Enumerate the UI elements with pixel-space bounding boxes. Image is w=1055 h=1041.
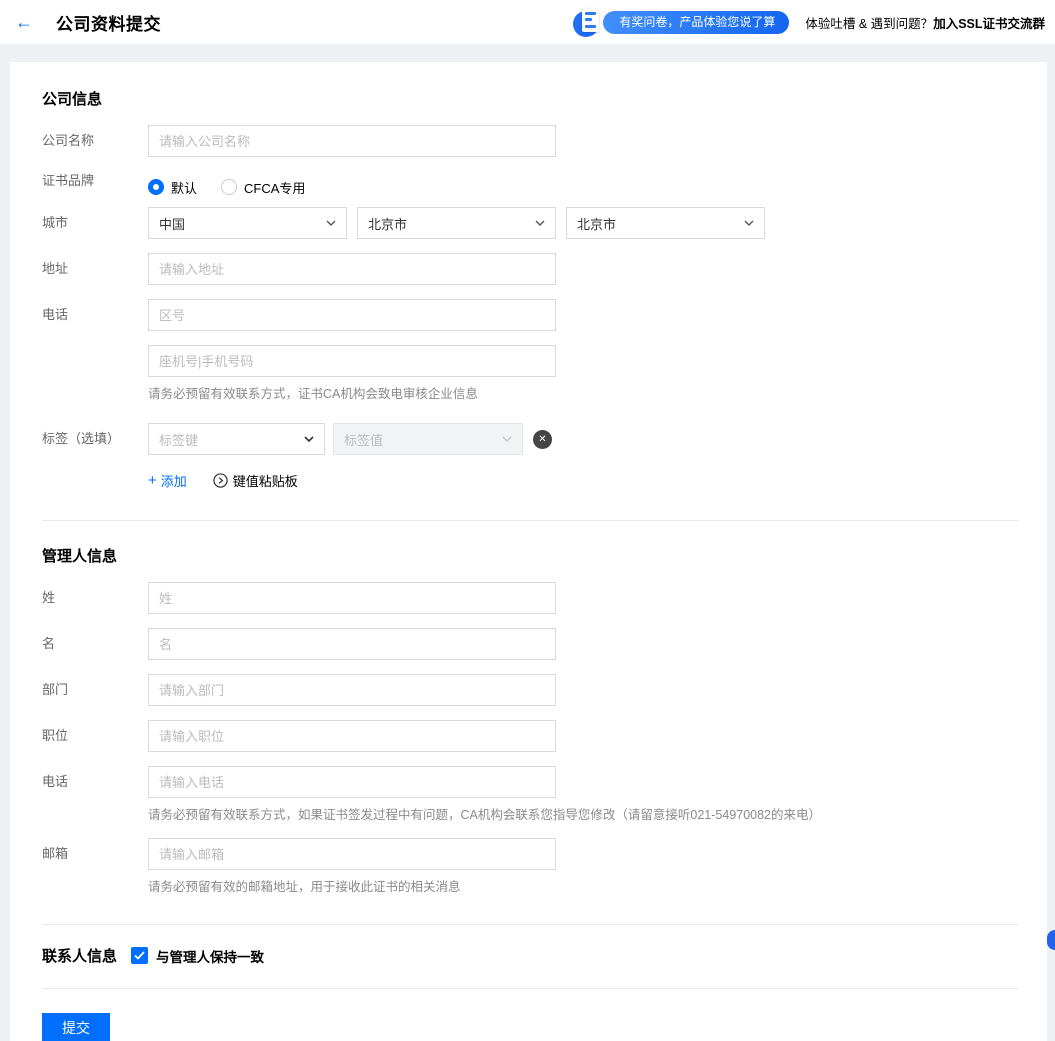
admin-phone-input[interactable]	[148, 766, 556, 798]
last-name-label: 姓	[42, 590, 56, 605]
first-name-label: 名	[42, 636, 56, 651]
email-label: 邮箱	[42, 846, 69, 861]
brand-row: 证书品牌 默认 CFCA专用	[42, 171, 1019, 197]
top-header: ← 公司资料提交 有奖问卷，产品体验您说了算 体验吐槽 & 遇到问题？加入SSL…	[0, 0, 1055, 44]
department-row: 部门	[42, 674, 1019, 706]
bottom-divider	[42, 988, 1019, 989]
company-section-title: 公司信息	[42, 91, 103, 108]
company-name-input[interactable]	[148, 125, 556, 157]
tag-key-select[interactable]: 标签键	[148, 423, 325, 455]
plus-icon: +	[148, 472, 157, 489]
last-name-input[interactable]	[148, 582, 556, 614]
province-select-value: 北京市	[368, 216, 408, 232]
same-as-admin-checkbox[interactable]	[131, 947, 149, 964]
first-name-input[interactable]	[148, 628, 556, 660]
company-name-row: 公司名称	[42, 125, 1019, 157]
section-divider	[42, 520, 1019, 521]
submit-button[interactable]: 提交	[42, 1013, 110, 1041]
page-title: 公司资料提交	[56, 14, 161, 34]
province-select[interactable]: 北京市	[357, 207, 556, 239]
survey-banner[interactable]: 有奖问卷，产品体验您说了算	[573, 7, 790, 37]
survey-banner-label[interactable]: 有奖问卷，产品体验您说了算	[603, 10, 790, 34]
check-icon	[134, 951, 145, 960]
admin-section-title: 管理人信息	[42, 548, 118, 565]
chevron-down-icon	[502, 436, 512, 442]
admin-phone-row: 电话 请务必预留有效联系方式，如果证书签发过程中有问题，CA机构会联系您指导您修…	[42, 766, 1019, 824]
brand-label: 证书品牌	[42, 173, 95, 188]
company-phone-hint: 请务必预留有效联系方式，证书CA机构会致电审核企业信息	[148, 387, 478, 401]
circle-arrow-icon	[213, 473, 228, 488]
add-tag-button[interactable]: + 添加	[148, 471, 187, 490]
city-select-value: 北京市	[577, 216, 617, 232]
admin-phone-hint: 请务必预留有效联系方式，如果证书签发过程中有问题，CA机构会联系您指导您修改（请…	[148, 808, 822, 822]
phone-number-input[interactable]	[148, 345, 556, 377]
department-label: 部门	[42, 682, 69, 697]
chevron-down-icon	[744, 220, 754, 226]
position-row: 职位	[42, 720, 1019, 752]
city-label: 城市	[42, 215, 69, 230]
add-tag-label: 添加	[160, 474, 187, 489]
radio-label-default: 默认	[171, 180, 198, 196]
delete-tag-icon[interactable]: ✕	[533, 429, 552, 449]
position-input[interactable]	[148, 720, 556, 752]
company-phone-row: 电话 请务必预留有效联系方式，证书CA机构会致电审核企业信息	[42, 299, 1019, 403]
company-name-label: 公司名称	[42, 133, 95, 148]
department-input[interactable]	[148, 674, 556, 706]
admin-phone-label: 电话	[42, 774, 69, 789]
survey-paper-icon	[582, 8, 600, 32]
address-input[interactable]	[148, 253, 556, 285]
chevron-down-icon	[304, 436, 314, 442]
tag-value-select-value: 标签值	[344, 432, 384, 448]
last-name-row: 姓	[42, 582, 1019, 614]
tag-value-select: 标签值	[333, 423, 523, 455]
join-group-link[interactable]: 加入SSL证书交流群	[933, 17, 1045, 31]
address-label: 地址	[42, 261, 69, 276]
section-divider	[42, 924, 1019, 925]
radio-brand-cfca[interactable]: CFCA专用	[221, 178, 305, 197]
key-value-paste-label: 键值粘贴板	[232, 474, 298, 489]
company-phone-label: 电话	[42, 307, 69, 322]
radio-unselected-icon	[221, 179, 238, 195]
chevron-down-icon	[326, 220, 336, 226]
contact-section-row: 联系人信息 与管理人保持一致	[42, 945, 1019, 966]
form-card: 公司信息 公司名称 证书品牌 默认 CFCA专用 城市 中国	[10, 62, 1047, 1041]
help-prefix: 体验吐槽 & 遇到问题？	[805, 16, 934, 31]
email-hint: 请务必预留有效的邮箱地址，用于接收此证书的相关消息	[148, 880, 461, 894]
key-value-paste-button[interactable]: 键值粘贴板	[213, 471, 298, 490]
address-row: 地址	[42, 253, 1019, 285]
email-input[interactable]	[148, 838, 556, 870]
position-label: 职位	[42, 728, 69, 743]
radio-selected-icon	[148, 179, 164, 195]
floating-help-button[interactable]	[1047, 930, 1055, 950]
city-row: 城市 中国 北京市 北京市	[42, 207, 1019, 239]
radio-label-cfca: CFCA专用	[244, 180, 306, 196]
help-text: 体验吐槽 & 遇到问题？加入SSL证书交流群	[805, 13, 1045, 32]
tags-row: 标签（选填） 标签键 标签值 ✕ + 添加 键值粘贴板	[42, 423, 1019, 490]
chevron-down-icon	[535, 220, 545, 226]
tags-label: 标签（选填）	[42, 431, 121, 446]
tag-key-select-value: 标签键	[159, 432, 199, 448]
country-select[interactable]: 中国	[148, 207, 347, 239]
same-as-admin-label: 与管理人保持一致	[156, 949, 265, 965]
contact-section-title: 联系人信息	[42, 948, 118, 965]
first-name-row: 名	[42, 628, 1019, 660]
area-code-input[interactable]	[148, 299, 556, 331]
country-select-value: 中国	[159, 216, 186, 232]
back-arrow-icon[interactable]: ←	[12, 13, 36, 31]
radio-brand-default[interactable]: 默认	[148, 178, 197, 197]
city-select[interactable]: 北京市	[566, 207, 765, 239]
email-row: 邮箱 请务必预留有效的邮箱地址，用于接收此证书的相关消息	[42, 838, 1019, 896]
